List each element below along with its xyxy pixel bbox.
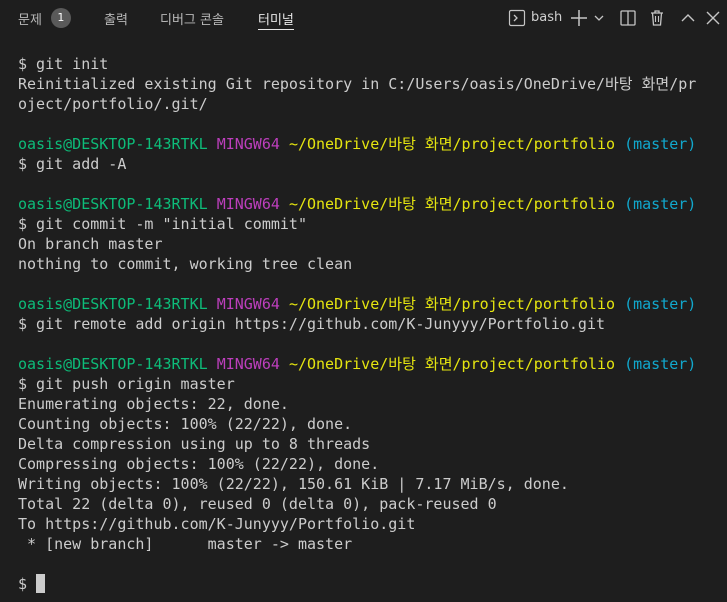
prompt-user-host: oasis@DESKTOP-143RTKL — [18, 135, 208, 153]
prompt-line: oasis@DESKTOP-143RTKL MINGW64 ~/OneDrive… — [18, 354, 712, 374]
prompt-env: MINGW64 — [216, 295, 280, 313]
input-prompt: $ — [18, 575, 37, 593]
terminal-line: $ git push origin master — [18, 375, 235, 393]
prompt-user-host: oasis@DESKTOP-143RTKL — [18, 295, 208, 313]
prompt-line: oasis@DESKTOP-143RTKL MINGW64 ~/OneDrive… — [18, 134, 712, 154]
prompt-line: oasis@DESKTOP-143RTKL MINGW64 ~/OneDrive… — [18, 194, 712, 214]
terminal-line: Delta compression using up to 8 threads — [18, 435, 371, 453]
terminal-line: Enumerating objects: 22, done. — [18, 395, 289, 413]
terminal-line: $ git remote add origin https://github.c… — [18, 315, 605, 333]
prompt-branch: (master) — [624, 295, 697, 313]
terminal-output[interactable]: $ git init Reinitialized existing Git re… — [0, 44, 727, 602]
close-icon[interactable] — [705, 8, 721, 28]
prompt-branch: (master) — [624, 195, 697, 213]
terminal-line: * [new branch] master -> master — [18, 535, 353, 553]
prompt-path: ~/OneDrive/바탕 화면/project/portfolio — [288, 135, 616, 153]
plus-icon[interactable] — [569, 8, 589, 28]
shell-name[interactable]: bash — [531, 0, 562, 36]
tab-debug-console[interactable]: 디버그 콘솔 — [160, 0, 224, 36]
terminal-line: $ git init — [18, 55, 109, 73]
prompt-user-host: oasis@DESKTOP-143RTKL — [18, 355, 208, 373]
prompt-env: MINGW64 — [216, 195, 280, 213]
terminal-line: $ git commit -m "initial commit" — [18, 215, 307, 233]
terminal-line: $ git add -A — [18, 155, 127, 173]
tab-output[interactable]: 출력 — [104, 0, 128, 36]
prompt-line: oasis@DESKTOP-143RTKL MINGW64 ~/OneDrive… — [18, 294, 712, 314]
split-icon[interactable] — [619, 8, 639, 28]
tab-output-label: 출력 — [104, 12, 128, 28]
prompt-path: ~/OneDrive/바탕 화면/project/portfolio — [288, 295, 616, 313]
panel-header: 문제 1 출력 디버그 콘솔 터미널 bash — [0, 0, 727, 36]
prompt-env: MINGW64 — [216, 135, 280, 153]
terminal-icon[interactable] — [508, 8, 528, 28]
tab-terminal-label: 터미널 — [258, 12, 294, 28]
chevron-up-icon[interactable] — [680, 8, 696, 28]
trash-icon[interactable] — [648, 8, 668, 28]
terminal-line: On branch master — [18, 235, 163, 253]
tab-debug-console-label: 디버그 콘솔 — [160, 12, 224, 28]
terminal-line: oject/portfolio/.git/ — [18, 95, 208, 113]
terminal-line: Total 22 (delta 0), reused 0 (delta 0), … — [18, 495, 497, 513]
terminal-line: Compressing objects: 100% (22/22), done. — [18, 455, 380, 473]
prompt-branch: (master) — [624, 355, 697, 373]
current-input-line[interactable]: $ — [18, 574, 712, 594]
terminal-line: nothing to commit, working tree clean — [18, 255, 353, 273]
terminal-line: Counting objects: 100% (22/22), done. — [18, 415, 353, 433]
terminal-line: To https://github.com/K-Junyyy/Portfolio… — [18, 515, 416, 533]
tab-problems[interactable]: 문제 1 — [18, 0, 71, 36]
prompt-env: MINGW64 — [216, 355, 280, 373]
prompt-path: ~/OneDrive/바탕 화면/project/portfolio — [288, 355, 616, 373]
prompt-path: ~/OneDrive/바탕 화면/project/portfolio — [288, 195, 616, 213]
prompt-user-host: oasis@DESKTOP-143RTKL — [18, 195, 208, 213]
terminal-line: Writing objects: 100% (22/22), 150.61 Ki… — [18, 475, 569, 493]
problems-count-badge: 1 — [50, 8, 71, 28]
tab-problems-label: 문제 — [18, 12, 42, 28]
text-cursor — [36, 574, 46, 593]
tab-terminal[interactable]: 터미널 — [258, 0, 294, 36]
terminal-line: Reinitialized existing Git repository in… — [18, 75, 697, 93]
prompt-branch: (master) — [624, 135, 697, 153]
chevron-down-icon[interactable] — [593, 8, 605, 28]
